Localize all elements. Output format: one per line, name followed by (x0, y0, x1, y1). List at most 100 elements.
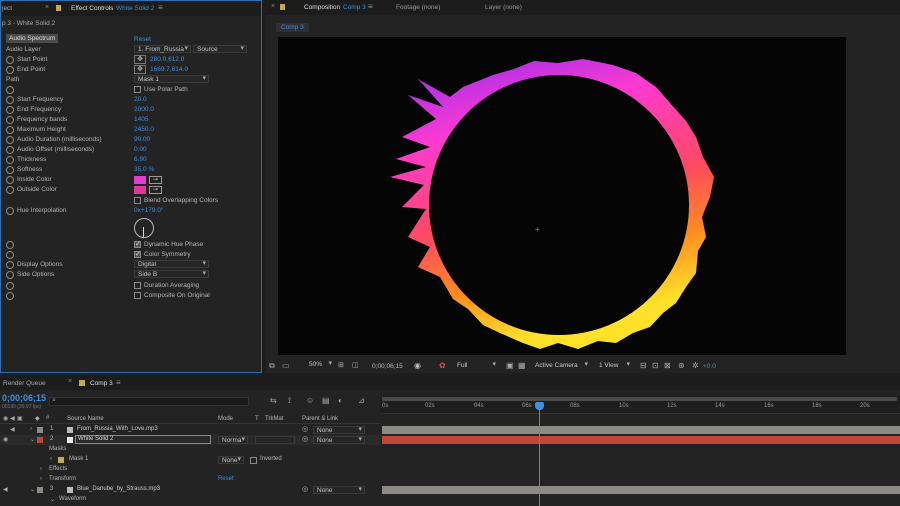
layer-name[interactable]: White Solid 2 (75, 435, 211, 444)
motion-blur-icon[interactable]: ◐ (338, 396, 343, 405)
inside-color-swatch[interactable] (134, 176, 146, 184)
stopwatch-icon[interactable] (6, 96, 14, 104)
end-point-value[interactable]: 1669.7,614.0 (150, 66, 188, 73)
expand-arrow-icon[interactable]: ⌄ (30, 436, 35, 443)
transform-group[interactable]: › Transform Reset (0, 475, 380, 485)
panel-menu-icon[interactable]: ≡ (368, 2, 373, 11)
monitor-icon[interactable]: ▭ (282, 361, 290, 370)
softness-value[interactable]: 35.0 % (134, 166, 154, 173)
stopwatch-icon[interactable] (6, 116, 14, 124)
shy-icon[interactable]: ☺ (306, 396, 314, 405)
stopwatch-icon[interactable] (6, 271, 14, 279)
composition-tab-name[interactable]: Comp 3 (343, 4, 366, 11)
outside-color-swatch[interactable] (134, 186, 146, 194)
pickwhip-icon[interactable]: ◎ (302, 485, 308, 493)
resolution-select[interactable]: Full (454, 361, 498, 370)
trkmat-select[interactable] (255, 436, 295, 444)
stopwatch-icon[interactable] (6, 241, 14, 249)
waveform-group[interactable]: ⌄ Waveform (0, 495, 380, 505)
footage-tab[interactable]: Footage (none) (396, 4, 440, 11)
share-view-icon[interactable]: ⊟ (640, 361, 647, 370)
crosshair-icon[interactable]: ✥ (134, 55, 146, 64)
mask-mode-select[interactable]: None (218, 456, 244, 464)
crosshair-icon[interactable]: ✥ (134, 65, 146, 74)
parent-select[interactable]: None (313, 436, 365, 444)
time-ruler[interactable]: 0s 02s 04s 06s 08s 10s 12s 14s 16s 18s 2… (380, 396, 900, 414)
label-color[interactable] (37, 487, 43, 493)
group-name[interactable]: Masks (49, 446, 66, 452)
zoom-select[interactable]: 50% (306, 360, 334, 369)
expand-arrow-icon[interactable]: › (50, 456, 52, 462)
camera-select[interactable]: Active Camera (532, 361, 590, 370)
view-layout-select[interactable]: 1 View (596, 361, 632, 370)
group-name[interactable]: Effects (49, 466, 67, 472)
stopwatch-icon[interactable] (6, 126, 14, 134)
close-icon[interactable]: × (271, 3, 275, 10)
audio-toggle-icon[interactable]: ◀ (3, 486, 8, 493)
frequency-bands-value[interactable]: 1405 (134, 116, 148, 123)
draft-3d-icon[interactable]: ⟟ (288, 396, 291, 406)
parent-select[interactable]: None (313, 486, 365, 494)
project-tab[interactable]: ject (2, 5, 12, 12)
expand-arrow-icon[interactable]: › (40, 476, 42, 482)
mask-icon[interactable]: ◫ (352, 361, 359, 369)
effect-layer-tab[interactable]: White Solid 2 (116, 5, 154, 12)
label-color[interactable] (37, 427, 43, 433)
close-icon[interactable]: × (45, 4, 49, 11)
camera-icon[interactable]: ◉ (414, 361, 421, 370)
panel-menu-icon[interactable]: ≡ (116, 378, 121, 387)
close-icon[interactable]: × (68, 378, 72, 385)
layer-name[interactable]: Blue_Danube_by_Strauss.mp3 (77, 486, 160, 492)
graph-editor-icon[interactable]: ⊿ (358, 396, 365, 405)
group-name[interactable]: Waveform (59, 496, 86, 502)
flowchart-icon[interactable]: ⊛ (678, 361, 685, 370)
display-options-select[interactable]: Digital (134, 260, 209, 268)
audio-source-select[interactable]: Source (193, 45, 247, 53)
eye-icon[interactable]: ◉ (3, 415, 8, 422)
eyedropper-icon[interactable]: ⊸ (149, 176, 162, 184)
stopwatch-icon[interactable] (6, 176, 14, 184)
t-header[interactable]: T (255, 416, 259, 422)
lock-icon[interactable]: ▣ (17, 415, 23, 422)
layer-search-input[interactable]: ⌕ (49, 397, 249, 406)
start-point-value[interactable]: 280.0,612.0 (150, 56, 184, 63)
parent-select[interactable]: None (313, 426, 365, 434)
color-symmetry-checkbox[interactable] (134, 250, 141, 258)
stopwatch-icon[interactable] (6, 146, 14, 154)
comp-subtab[interactable]: Comp 3 (276, 23, 309, 32)
expand-arrow-icon[interactable]: › (30, 426, 32, 432)
inverted-checkbox[interactable] (250, 457, 257, 464)
transparency-icon[interactable]: ▦ (518, 361, 526, 370)
path-select[interactable]: Mask 1 (134, 75, 209, 83)
composite-on-original-checkbox[interactable] (134, 292, 141, 299)
timeline-comp-tab[interactable]: Comp 3 (90, 380, 113, 387)
stopwatch-icon[interactable] (6, 251, 14, 259)
masks-group[interactable]: Masks (0, 445, 380, 455)
current-timecode[interactable]: 0;00;06;15 (2, 393, 46, 403)
audio-duration-value[interactable]: 90.00 (134, 136, 150, 143)
stopwatch-icon[interactable] (6, 166, 14, 174)
grid-icon[interactable]: ⊞ (338, 361, 344, 369)
lock-icon[interactable] (280, 4, 285, 10)
layer-row-selected[interactable]: ◉ ⌄ 2 White Solid 2 Norma ◎ None (0, 435, 380, 445)
expand-arrow-icon[interactable]: › (40, 466, 42, 472)
reset-exposure-icon[interactable]: ✲ (692, 361, 699, 370)
track-bar-3[interactable] (382, 486, 900, 494)
label-color[interactable] (37, 437, 43, 443)
render-queue-tab[interactable]: Render Queue (3, 380, 46, 387)
eyedropper-icon[interactable]: ⊸ (149, 186, 162, 194)
duration-averaging-checkbox[interactable] (134, 282, 141, 289)
source-name-header[interactable]: Source Name (67, 416, 104, 422)
playhead-line[interactable] (539, 404, 540, 506)
stopwatch-icon[interactable] (6, 282, 14, 290)
frame-blend-icon[interactable]: ▤ (322, 396, 330, 405)
pickwhip-icon[interactable]: ◎ (302, 435, 308, 443)
blend-mode-select[interactable]: Norma (218, 436, 248, 444)
hue-interpolation-value[interactable]: 0x+179.0° (134, 207, 164, 214)
stopwatch-icon[interactable] (6, 66, 14, 74)
layer-row[interactable]: ◀ ⌄ 3 Blue_Danube_by_Strauss.mp3 ◎ None (0, 485, 380, 495)
exposure-value[interactable]: +0.0 (703, 363, 716, 370)
stopwatch-icon[interactable] (6, 86, 14, 94)
mode-header[interactable]: Mode (218, 416, 233, 422)
audio-layer-select[interactable]: 1. From_Russia (134, 45, 191, 53)
